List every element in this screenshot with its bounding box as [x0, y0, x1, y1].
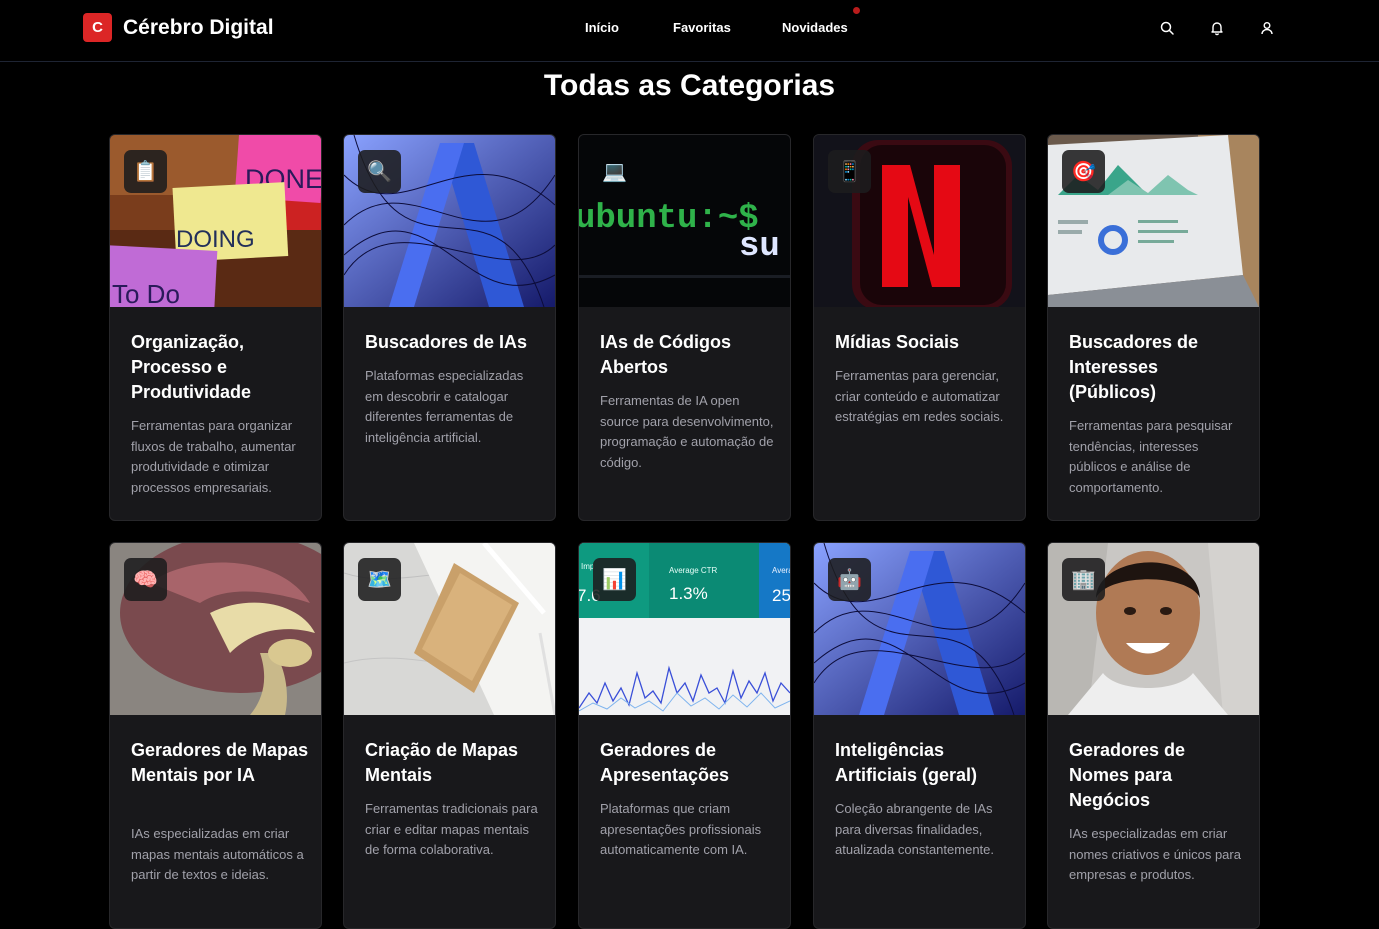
chart-value: 25: [772, 586, 790, 605]
category-image: 📱: [814, 135, 1025, 307]
card-title: Organização, Processo e Produtividade: [131, 332, 252, 402]
nav-link-inicio[interactable]: Início: [585, 20, 619, 35]
category-image: DONE DOING To Do 📋: [110, 135, 321, 307]
category-image: ubuntu:~$ su 💻: [579, 135, 790, 307]
search-icon[interactable]: [1159, 20, 1175, 36]
card-description: IAs especializadas em criar nomes criati…: [1069, 826, 1241, 882]
category-card-nomes-negocios[interactable]: 🏢 Geradores de Nomes para Negócios IAs e…: [1047, 542, 1260, 929]
card-title: Mídias Sociais: [835, 332, 960, 352]
user-icon[interactable]: [1259, 20, 1275, 36]
new-indicator-dot: [853, 7, 860, 14]
category-card-buscadores-ias[interactable]: 🔍 Buscadores de IAs Plataformas especial…: [343, 134, 556, 521]
category-card-apresentacoes[interactable]: Average CTR 1.3% Avera 25 Imp 7.6 📊 Gera…: [578, 542, 791, 929]
laptop-icon: 💻: [602, 161, 627, 183]
card-description: Ferramentas de IA open source para desen…: [600, 393, 774, 470]
map-icon: 🗺️: [358, 558, 401, 601]
bell-icon[interactable]: [1209, 20, 1225, 36]
chart-label: Avera: [772, 566, 790, 575]
chart-label: Average CTR: [669, 566, 718, 575]
office-building-icon: 🏢: [1062, 558, 1105, 601]
category-card-buscadores-interesses[interactable]: 🎯 Buscadores de Interesses (Públicos) Fe…: [1047, 134, 1260, 521]
category-card-organizacao[interactable]: DONE DOING To Do 📋 Organização, Processo…: [109, 134, 322, 521]
category-card-midias-sociais[interactable]: 📱 Mídias Sociais Ferramentas para gerenc…: [813, 134, 1026, 521]
target-icon: 🎯: [1062, 150, 1105, 193]
category-image: 🏢: [1048, 543, 1259, 715]
category-card-ias-geral[interactable]: 🤖 Inteligências Artificiais (geral) Cole…: [813, 542, 1026, 929]
brain-icon: 🧠: [124, 558, 167, 601]
card-description: Ferramentas tradicionais para criar e ed…: [365, 801, 538, 857]
category-image: 🤖: [814, 543, 1025, 715]
card-title: Criação de Mapas Mentais: [365, 740, 519, 785]
category-image: Average CTR 1.3% Avera 25 Imp 7.6 📊: [579, 543, 790, 715]
card-title: Geradores de Apresentações: [600, 740, 730, 785]
card-title: Buscadores de IAs: [365, 332, 528, 352]
category-image: 🎯: [1048, 135, 1259, 307]
category-image: 🧠: [110, 543, 321, 715]
sticky-note-text: To Do: [112, 279, 180, 307]
smartphone-icon: 📱: [828, 150, 871, 193]
card-description: Ferramentas para organizar fluxos de tra…: [131, 418, 296, 495]
card-description: IAs especializadas em criar mapas mentai…: [131, 826, 304, 882]
card-title: Geradores de Mapas Mentais por IA: [131, 740, 309, 785]
nav-link-favoritas[interactable]: Favoritas: [673, 20, 731, 35]
category-card-mapas-mentais-ia[interactable]: 🧠 Geradores de Mapas Mentais por IA IAs …: [109, 542, 322, 929]
category-card-criacao-mapas[interactable]: 🗺️ Criação de Mapas Mentais Ferramentas …: [343, 542, 556, 929]
chart-value: 1.3%: [669, 584, 708, 603]
card-title: Geradores de Nomes para Negócios: [1069, 740, 1186, 810]
card-description: Plataformas especializadas em descobrir …: [365, 368, 524, 445]
category-image: 🔍: [344, 135, 555, 307]
terminal-command-text: su: [739, 228, 780, 266]
card-description: Ferramentas para pesquisar tendências, i…: [1069, 418, 1233, 495]
card-title: IAs de Códigos Abertos: [600, 332, 732, 377]
terminal-prompt-text: ubuntu:~$: [579, 200, 759, 238]
sticky-note-text: DOING: [176, 226, 255, 253]
magnifier-icon: 🔍: [358, 150, 401, 193]
card-title: Buscadores de Interesses (Públicos): [1069, 332, 1199, 402]
card-description: Plataformas que criam apresentações prof…: [600, 801, 762, 857]
nav-link-novidades[interactable]: Novidades: [782, 20, 848, 35]
robot-icon: 🤖: [828, 558, 871, 601]
clipboard-icon: 📋: [124, 150, 167, 193]
card-description: Coleção abrangente de IAs para diversas …: [835, 801, 994, 857]
page-title: Todas as Categorias: [543, 69, 836, 102]
card-title: Inteligências Artificiais (geral): [835, 740, 978, 785]
top-navbar: C Cérebro Digital Início Favoritas Novid…: [0, 0, 1379, 62]
bar-chart-icon: 📊: [593, 558, 636, 601]
category-card-codigos-abertos[interactable]: ubuntu:~$ su 💻 IAs de Códigos Abertos Fe…: [578, 134, 791, 521]
card-description: Ferramentas para gerenciar, criar conteú…: [835, 368, 1004, 424]
category-image: 🗺️: [344, 543, 555, 715]
